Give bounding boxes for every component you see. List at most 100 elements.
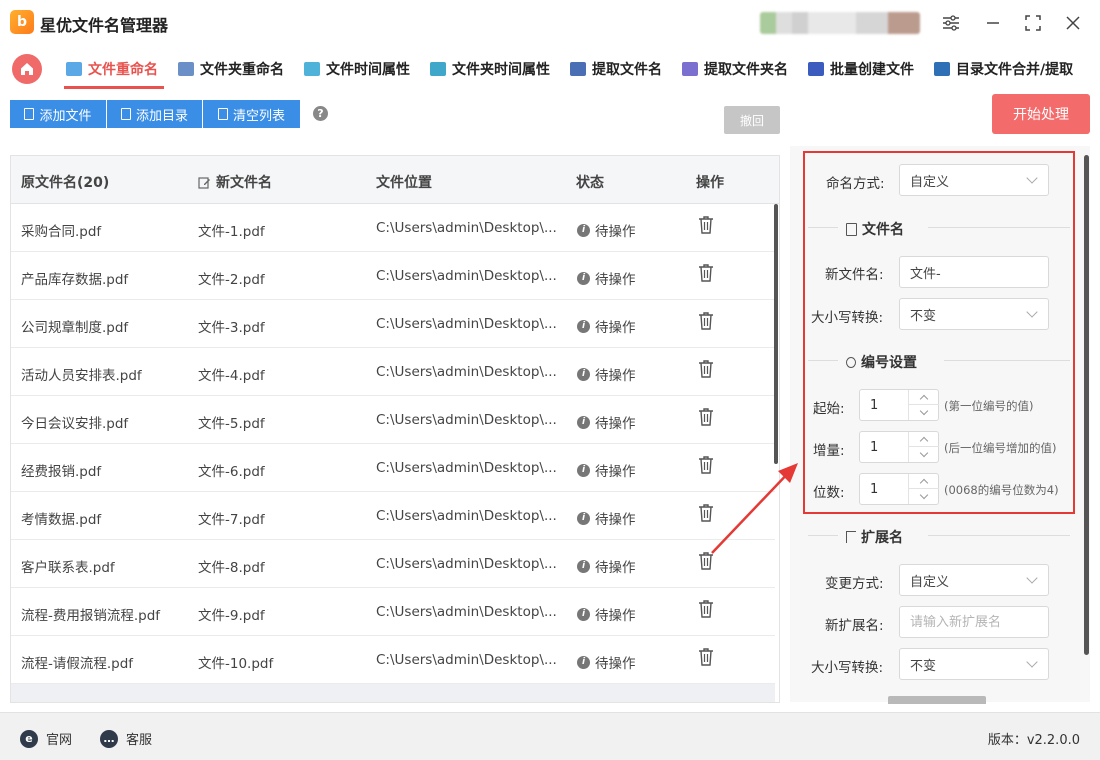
table-row[interactable]: 产品库存数据.pdf 文件-2.pdf C:\Users\admin\Desktop… bbox=[11, 252, 775, 300]
info-icon: i bbox=[577, 511, 590, 525]
new-filename: 文件-7.pdf bbox=[198, 512, 265, 528]
panel-scrollbar[interactable] bbox=[1084, 155, 1089, 655]
file-rename-icon bbox=[66, 62, 82, 76]
original-filename: 今日会议安排.pdf bbox=[21, 416, 129, 432]
original-filename: 活动人员安排表.pdf bbox=[21, 368, 142, 384]
status-text: 待操作 bbox=[595, 368, 636, 384]
status-text: 待操作 bbox=[595, 416, 636, 432]
clear-list-button[interactable]: 清空列表 bbox=[203, 100, 300, 128]
original-filename: 流程-费用报销流程.pdf bbox=[21, 608, 161, 624]
table-row[interactable]: 经费报销.pdf 文件-6.pdf C:\Users\admin\Desktop\.… bbox=[11, 444, 775, 492]
header-action: 操作 bbox=[696, 175, 724, 191]
add-file-button[interactable]: 添加文件 bbox=[10, 100, 106, 128]
chat-icon: … bbox=[100, 729, 118, 748]
status-text: 待操作 bbox=[595, 464, 636, 480]
header-original-name[interactable]: 原文件名(20) bbox=[21, 172, 109, 192]
new-filename: 文件-3.pdf bbox=[198, 320, 265, 336]
status-cell: i 待操作 bbox=[577, 460, 636, 480]
settings-icon[interactable] bbox=[938, 10, 964, 36]
status-text: 待操作 bbox=[595, 320, 636, 336]
home-icon[interactable] bbox=[12, 54, 42, 84]
info-icon: i bbox=[577, 319, 590, 333]
support-link[interactable]: … 客服 bbox=[100, 729, 152, 748]
flag-icon bbox=[846, 531, 856, 543]
table-scrollbar[interactable] bbox=[774, 204, 778, 464]
status-cell: i 待操作 bbox=[577, 556, 636, 576]
header-new-name[interactable]: 新文件名 bbox=[198, 172, 272, 192]
table-row[interactable]: 公司规章制度.pdf 文件-3.pdf C:\Users\admin\Desktop… bbox=[11, 300, 775, 348]
table-row[interactable]: 考情数据.pdf 文件-7.pdf C:\Users\admin\Desktop\.… bbox=[11, 492, 775, 540]
info-icon: i bbox=[577, 223, 590, 237]
start-processing-button[interactable]: 开始处理 bbox=[992, 94, 1090, 134]
delete-icon[interactable] bbox=[697, 359, 715, 379]
add-directory-button[interactable]: 添加目录 bbox=[107, 100, 202, 128]
table-row[interactable]: 活动人员安排表.pdf 文件-4.pdf C:\Users\admin\Deskto… bbox=[11, 348, 775, 396]
status-cell: i 待操作 bbox=[577, 652, 636, 672]
file-location: C:\Users\admin\Desktop\... bbox=[376, 652, 557, 668]
new-ext-label: 新扩展名: bbox=[825, 618, 884, 634]
minimize-icon[interactable] bbox=[980, 10, 1006, 36]
header-location[interactable]: 文件位置 bbox=[376, 172, 432, 192]
table-row[interactable]: 客户联系表.pdf 文件-8.pdf C:\Users\admin\Desktop\… bbox=[11, 540, 775, 588]
table-row[interactable] bbox=[11, 684, 775, 702]
app-title: 星优文件名管理器 bbox=[40, 16, 169, 35]
status-cell: i 待操作 bbox=[577, 604, 636, 624]
table-row[interactable]: 流程-费用报销流程.pdf 文件-9.pdf C:\Users\admin\Desk… bbox=[11, 588, 775, 636]
website-link[interactable]: e 官网 bbox=[20, 729, 72, 748]
tab-file-rename[interactable]: 文件重命名 bbox=[66, 56, 158, 82]
table-row[interactable]: 流程-请假流程.pdf 文件-10.pdf C:\Users\admin\Deskt… bbox=[11, 636, 775, 684]
active-tab-indicator bbox=[64, 86, 164, 89]
table-row[interactable]: 今日会议安排.pdf 文件-5.pdf C:\Users\admin\Desktop… bbox=[11, 396, 775, 444]
tab-merge-extract[interactable]: 目录文件合并/提取 bbox=[934, 56, 1073, 82]
delete-icon[interactable] bbox=[697, 311, 715, 331]
ext-case-select[interactable]: 不变 bbox=[899, 648, 1049, 680]
header-status[interactable]: 状态 bbox=[576, 172, 604, 192]
original-filename: 公司规章制度.pdf bbox=[21, 320, 129, 336]
folder-rename-icon bbox=[178, 62, 194, 76]
maximize-icon[interactable] bbox=[1020, 10, 1046, 36]
file-location: C:\Users\admin\Desktop\... bbox=[376, 556, 557, 572]
file-location: C:\Users\admin\Desktop\... bbox=[376, 412, 557, 428]
status-cell: i 待操作 bbox=[577, 316, 636, 336]
ext-case-label: 大小写转换: bbox=[811, 660, 884, 676]
tab-extract-foldername[interactable]: 提取文件夹名 bbox=[682, 56, 788, 82]
file-location: C:\Users\admin\Desktop\... bbox=[376, 268, 557, 284]
user-avatar[interactable] bbox=[760, 12, 920, 34]
new-ext-input[interactable] bbox=[899, 606, 1049, 638]
help-icon[interactable]: ? bbox=[313, 106, 328, 121]
ext-mode-select[interactable]: 自定义 bbox=[899, 564, 1049, 596]
status-cell: i 待操作 bbox=[577, 364, 636, 384]
info-icon: i bbox=[577, 271, 590, 285]
close-icon[interactable] bbox=[1060, 10, 1086, 36]
file-location: C:\Users\admin\Desktop\... bbox=[376, 364, 557, 380]
chevron-down-icon bbox=[1026, 656, 1038, 668]
info-icon: i bbox=[577, 367, 590, 381]
annotation-arrow-icon bbox=[711, 463, 798, 554]
file-location: C:\Users\admin\Desktop\... bbox=[376, 508, 557, 524]
tab-folder-time[interactable]: 文件夹时间属性 bbox=[430, 56, 550, 82]
merge-extract-icon bbox=[934, 62, 950, 76]
delete-icon[interactable] bbox=[697, 263, 715, 283]
batch-create-icon bbox=[808, 62, 824, 76]
tab-file-time[interactable]: 文件时间属性 bbox=[304, 56, 410, 82]
file-table: 原文件名(20) 新文件名 文件位置 状态 操作 采购合同.pdf 文件-1.pd… bbox=[10, 155, 780, 703]
delete-icon[interactable] bbox=[697, 599, 715, 619]
delete-icon[interactable] bbox=[697, 215, 715, 235]
undo-button[interactable]: 撤回 bbox=[724, 106, 780, 134]
panel-action-button[interactable] bbox=[888, 696, 986, 704]
tab-extract-filename[interactable]: 提取文件名 bbox=[570, 56, 662, 82]
table-row[interactable]: 采购合同.pdf 文件-1.pdf C:\Users\admin\Desktop\.… bbox=[11, 204, 775, 252]
original-filename: 考情数据.pdf bbox=[21, 512, 102, 528]
file-location: C:\Users\admin\Desktop\... bbox=[376, 460, 557, 476]
extension-section: 扩展名 bbox=[808, 527, 1070, 546]
info-icon: i bbox=[577, 559, 590, 573]
delete-icon[interactable] bbox=[697, 647, 715, 667]
tab-batch-create[interactable]: 批量创建文件 bbox=[808, 56, 914, 82]
original-filename: 采购合同.pdf bbox=[21, 224, 102, 240]
highlight-box bbox=[803, 151, 1075, 514]
extract-filename-icon bbox=[570, 62, 586, 76]
extract-foldername-icon bbox=[682, 62, 698, 76]
tab-folder-rename[interactable]: 文件夹重命名 bbox=[178, 56, 284, 82]
edit-icon bbox=[198, 176, 210, 189]
delete-icon[interactable] bbox=[697, 407, 715, 427]
